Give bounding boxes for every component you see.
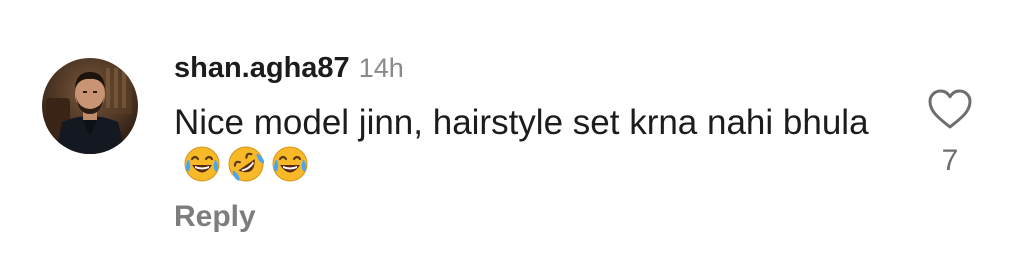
laughing-tears-emoji	[184, 146, 220, 182]
reply-button[interactable]: Reply	[174, 200, 256, 234]
emoji-group	[182, 144, 310, 184]
avatar-image	[42, 58, 138, 154]
like-count: 7	[941, 144, 959, 177]
comment-body: Nice model jinn, hairstyle set krna nahi…	[174, 103, 869, 142]
heart-outline-icon[interactable]	[927, 88, 973, 130]
username[interactable]: shan.agha87	[174, 52, 350, 85]
like-button[interactable]: 7	[922, 88, 978, 178]
comment-text: Nice model jinn, hairstyle set krna nahi…	[174, 102, 874, 186]
comment-item: shan.agha87 14h Nice model jinn, hairsty…	[0, 0, 1024, 261]
timestamp: 14h	[358, 53, 404, 83]
avatar[interactable]	[42, 58, 138, 154]
rolling-laughing-emoji	[228, 146, 265, 182]
laughing-tears-emoji	[272, 146, 308, 182]
comment-header: shan.agha87 14h	[174, 52, 404, 88]
